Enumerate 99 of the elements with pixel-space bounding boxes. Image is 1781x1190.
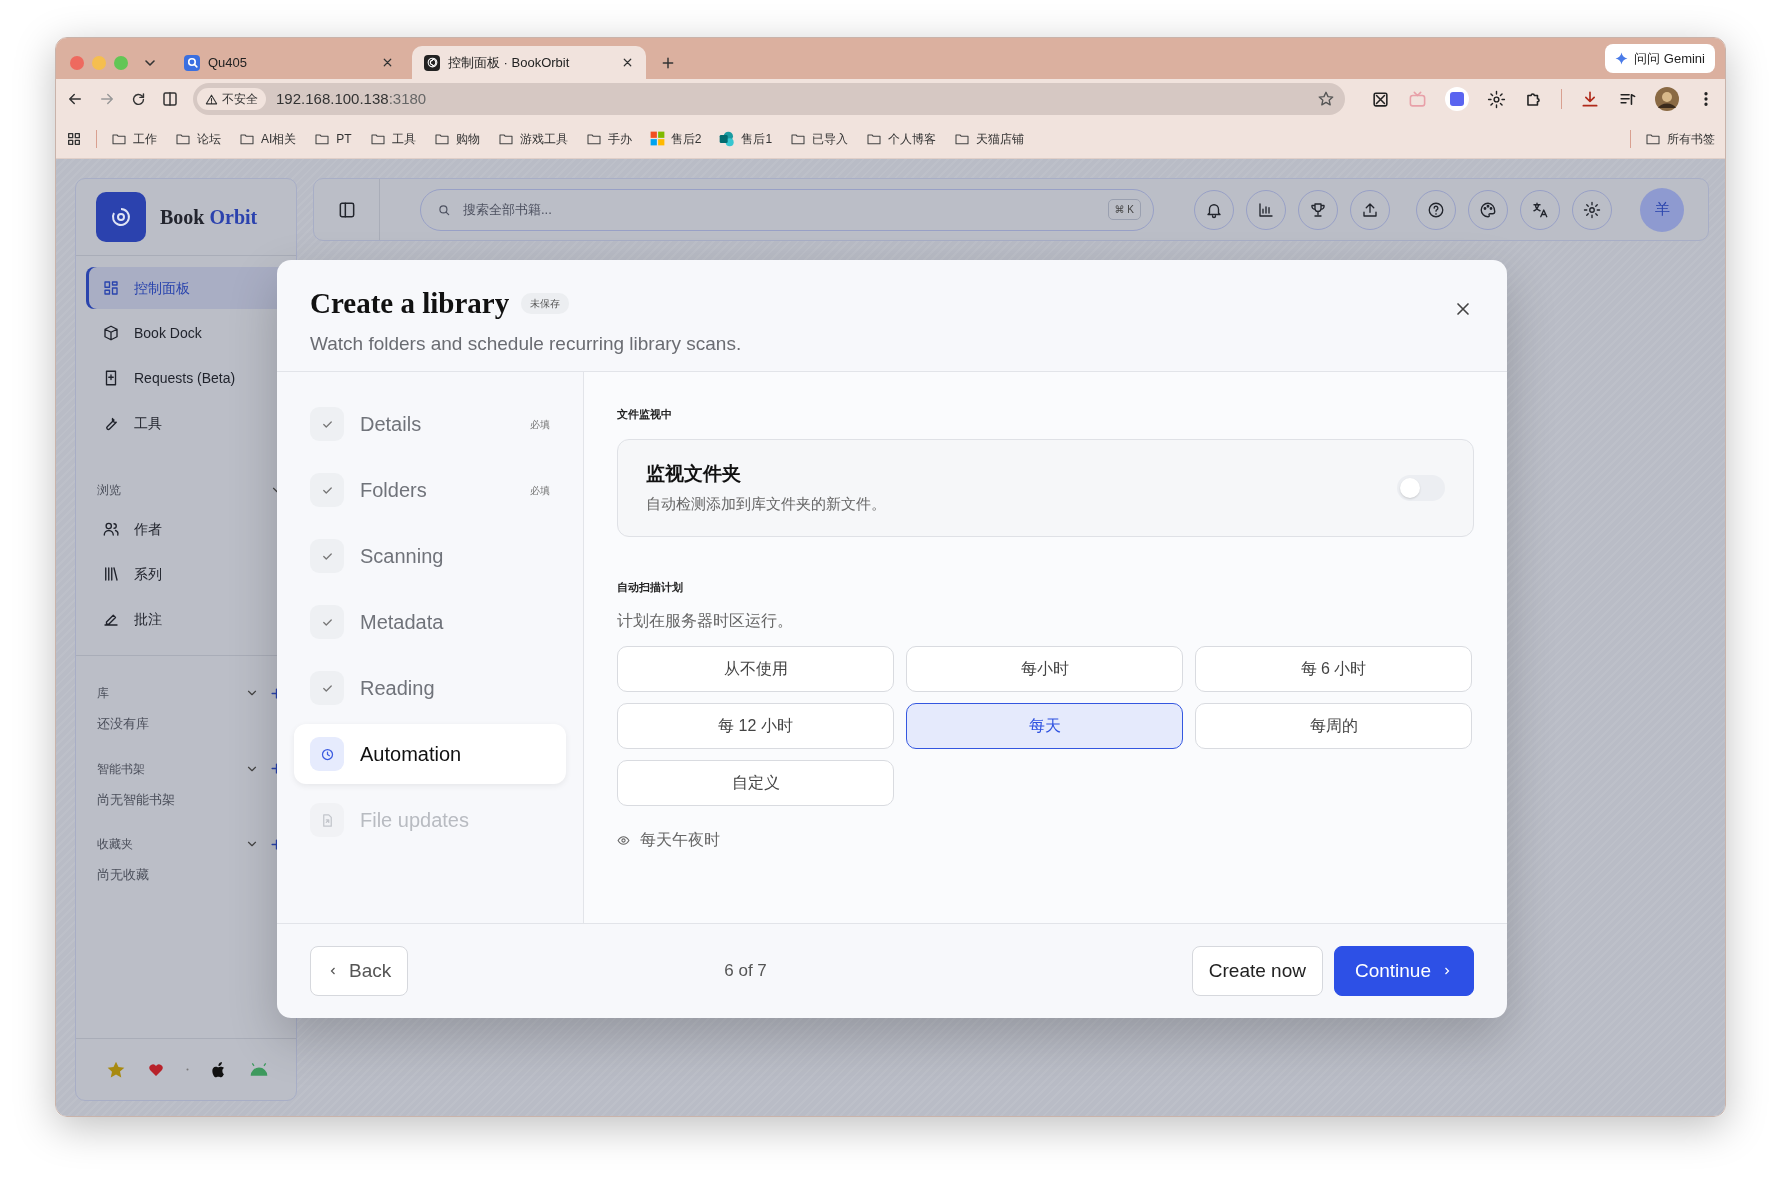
schedule-summary: 每天午夜时 — [640, 830, 720, 850]
nav-item[interactable]: 系列 — [86, 553, 296, 595]
search-icon — [437, 202, 451, 217]
tab-title: Qu405 — [208, 53, 248, 72]
tab-title: 控制面板 · BookOrbit — [448, 53, 570, 72]
gemini-button[interactable]: 问问 Gemini — [1605, 43, 1715, 73]
close-icon[interactable] — [621, 56, 634, 69]
upload-icon — [1361, 200, 1379, 219]
settings-icon — [1583, 200, 1601, 219]
security-chip[interactable]: 不安全 — [197, 88, 266, 110]
translate-icon — [1531, 200, 1549, 219]
palette-icon — [1479, 200, 1497, 219]
apple-icon[interactable] — [211, 1060, 227, 1079]
nav-item[interactable]: 工具 — [86, 402, 296, 444]
bookmark[interactable]: 购物 — [433, 129, 480, 148]
trophy-icon — [1309, 200, 1327, 219]
close-icon[interactable] — [381, 56, 394, 69]
wizard-step[interactable]: Automation — [294, 724, 566, 784]
bookmark[interactable]: 所有书签 — [1630, 129, 1715, 148]
schedule-option[interactable]: 每小时 — [906, 646, 1183, 692]
help-icon — [1427, 200, 1445, 219]
shortcut-hint: ⌘ K — [1107, 199, 1141, 220]
nav-item[interactable]: 作者 — [86, 508, 296, 550]
apps-icon[interactable] — [66, 130, 82, 147]
clock-icon — [319, 746, 335, 762]
create-now-button[interactable]: Create now — [1191, 946, 1323, 996]
app-name: Book Orbit — [160, 205, 258, 230]
setting-title: 监视文件夹 — [646, 462, 742, 486]
split-view-icon[interactable] — [161, 90, 179, 108]
bookmark[interactable]: 天猫店铺 — [954, 129, 1025, 148]
bookmark[interactable]: 手办 — [585, 129, 632, 148]
heart-icon[interactable] — [148, 1061, 164, 1078]
schedule-option[interactable]: 从不使用 — [617, 646, 894, 692]
empty-message: 还没有库 — [96, 715, 150, 733]
address-bar[interactable]: 不安全 192.168.100.138:3180 — [193, 83, 1345, 115]
nav-item[interactable]: Book Dock — [86, 312, 296, 354]
sparkle-icon — [1615, 51, 1629, 65]
bookmark[interactable]: 售后2 — [649, 129, 702, 148]
bookmark[interactable]: 游戏工具 — [497, 129, 568, 148]
bookmark-star-icon[interactable] — [1317, 90, 1335, 108]
grid-icon — [102, 279, 120, 297]
eye-icon — [617, 833, 630, 847]
required-tag: 必填 — [530, 416, 550, 432]
continue-button[interactable]: Continue — [1333, 946, 1474, 996]
warning-icon — [205, 92, 218, 106]
back-button[interactable]: Back — [310, 946, 409, 996]
toggle-switch[interactable] — [1397, 474, 1445, 501]
url-text: 192.168.100.138:3180 — [276, 88, 427, 109]
bookmark[interactable]: AI相关 — [239, 129, 297, 148]
wizard-step[interactable]: Metadata — [294, 592, 566, 652]
dot-icon — [186, 1068, 189, 1071]
books-icon — [102, 565, 120, 583]
schedule-option[interactable]: 自定义 — [617, 760, 894, 806]
profile-avatar[interactable] — [1655, 87, 1679, 111]
wizard-step[interactable]: Scanning — [294, 526, 566, 586]
setting-description: 自动检测添加到库文件夹的新文件。 — [646, 493, 886, 514]
step-counter: 6 of 7 — [724, 960, 767, 983]
wizard-step[interactable]: Folders 必填 — [294, 460, 566, 520]
dialog-title: Create a library — [310, 286, 510, 321]
wizard-step[interactable]: Reading — [294, 658, 566, 718]
empty-message: 尚无收藏 — [96, 866, 150, 884]
section-label: 文件监视中 — [617, 407, 673, 422]
nav-item[interactable]: Requests (Beta) — [86, 357, 296, 399]
spiral-logo-icon — [425, 56, 439, 69]
section-label: 自动扫描计划 — [617, 579, 684, 595]
bookmark[interactable]: 论坛 — [175, 129, 221, 148]
schedule-option[interactable]: 每周的 — [1195, 703, 1472, 749]
schedule-option[interactable]: 每 12 小时 — [617, 703, 894, 749]
reload-icon[interactable] — [130, 90, 147, 108]
bookmark[interactable]: 售后1 — [719, 129, 773, 148]
bookmark[interactable]: 已导入 — [790, 129, 849, 148]
required-tag: 必填 — [530, 482, 550, 498]
browser-tab[interactable]: Qu405 — [172, 46, 406, 79]
tiles-icon — [649, 131, 665, 146]
bookmark[interactable]: 工作 — [111, 129, 157, 148]
bookmark[interactable]: 个人博客 — [866, 129, 937, 148]
schedule-option[interactable]: 每天 — [906, 703, 1183, 749]
app-icon — [719, 130, 736, 147]
bookmark[interactable]: 工具 — [369, 129, 416, 148]
cube-icon — [102, 324, 120, 342]
square-logo-icon — [185, 56, 199, 69]
chart-icon — [1257, 200, 1275, 219]
wizard-step[interactable]: Details 必填 — [294, 394, 566, 454]
people-icon — [102, 520, 120, 538]
empty-message: 尚无智能书架 — [96, 790, 176, 809]
section-heading: 浏览 — [97, 482, 121, 499]
bookmark[interactable]: PT — [314, 129, 352, 148]
status-badge: 未保存 — [521, 293, 570, 315]
section-heading: 库 — [97, 685, 109, 702]
app-logo — [96, 192, 146, 242]
download-icon[interactable] — [1580, 89, 1600, 109]
schedule-option[interactable]: 每 6 小时 — [1195, 646, 1472, 692]
hint-text: 计划在服务器时区运行。 — [617, 611, 794, 631]
nav-item[interactable]: 批注 — [86, 598, 296, 640]
dialog-subtitle: Watch folders and schedule recurring library scans. — [310, 331, 742, 356]
extension-icon[interactable] — [1371, 89, 1390, 109]
section-heading: 收藏夹 — [97, 836, 133, 853]
section-heading: 智能书架 — [97, 760, 145, 778]
browser-tab[interactable]: 控制面板 · BookOrbit — [412, 46, 646, 79]
